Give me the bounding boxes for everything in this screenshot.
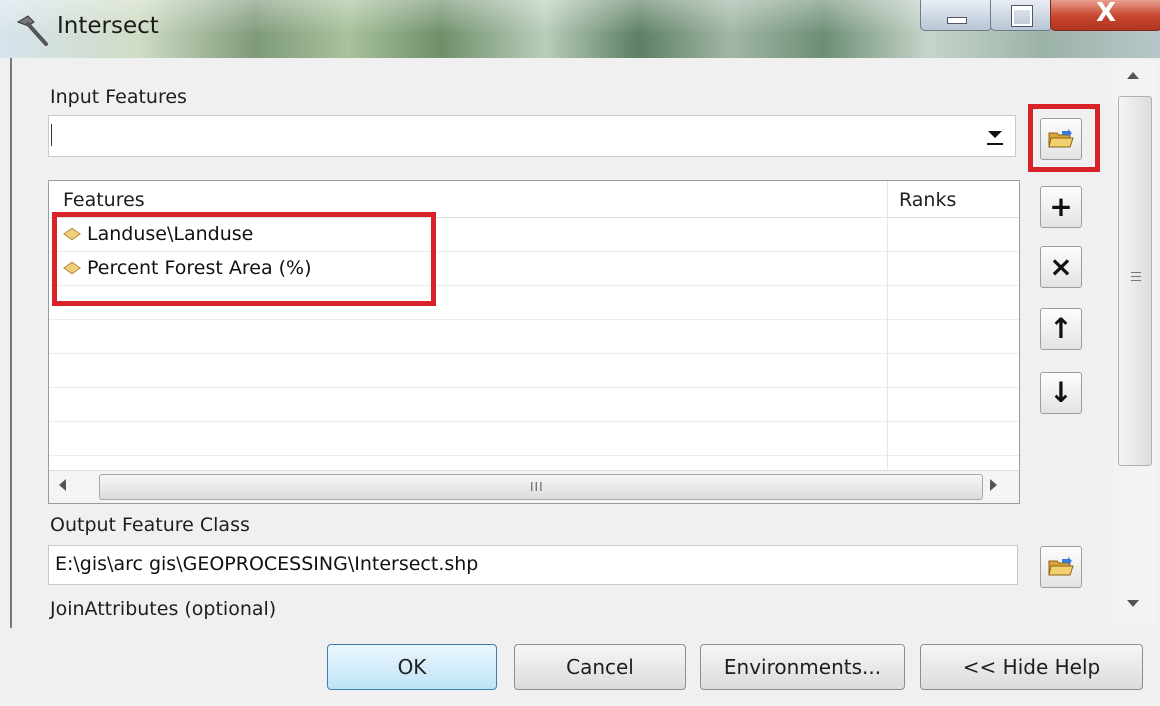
scroll-left-arrow-icon[interactable]: [59, 479, 66, 491]
cancel-button[interactable]: Cancel: [514, 644, 686, 690]
title-bar[interactable]: Intersect X: [0, 0, 1160, 58]
output-feature-class-field[interactable]: E:\gis\arc gis\GEOPROCESSING\Intersect.s…: [48, 545, 1018, 585]
add-row-button[interactable]: +: [1040, 186, 1082, 228]
output-feature-class-label: Output Feature Class: [50, 514, 250, 536]
remove-row-button[interactable]: ×: [1040, 246, 1082, 288]
vertical-scrollbar[interactable]: [1113, 60, 1157, 625]
ok-button[interactable]: OK: [327, 644, 497, 690]
horizontal-scroll-thumb[interactable]: III: [99, 474, 983, 500]
hammer-icon: [16, 15, 48, 46]
environments-button[interactable]: Environments...: [700, 644, 905, 690]
maximize-icon: [1011, 5, 1033, 27]
table-row-empty: [49, 388, 1019, 422]
highlight-box-features: [52, 212, 436, 306]
maximize-button[interactable]: [990, 0, 1052, 31]
vertical-scroll-thumb[interactable]: [1118, 96, 1152, 466]
scroll-grip-icon: [1131, 272, 1141, 284]
hide-help-button[interactable]: << Hide Help: [920, 644, 1143, 690]
delete-x-icon: ×: [1049, 250, 1073, 283]
input-features-label: Input Features: [50, 86, 187, 108]
close-button[interactable]: X: [1050, 0, 1160, 31]
join-attributes-label: JoinAttributes (optional): [50, 598, 277, 620]
table-row-empty: [49, 422, 1019, 456]
table-row-empty: [49, 320, 1019, 354]
plus-icon: +: [1049, 190, 1073, 223]
minimize-button[interactable]: [920, 0, 992, 31]
horizontal-scrollbar[interactable]: III: [49, 470, 1019, 503]
output-path-value: E:\gis\arc gis\GEOPROCESSING\Intersect.s…: [55, 553, 479, 575]
open-folder-icon: [1048, 557, 1074, 576]
input-features-combo[interactable]: [48, 115, 1016, 157]
scroll-up-arrow-icon[interactable]: [1127, 72, 1139, 79]
button-bar: OK Cancel Environments... << Hide Help: [0, 628, 1160, 706]
highlight-box-browse: [1028, 104, 1100, 172]
scroll-down-arrow-icon[interactable]: [1127, 600, 1139, 607]
move-up-button[interactable]: ↑: [1040, 308, 1082, 350]
move-down-button[interactable]: ↓: [1040, 372, 1082, 414]
browse-output-button[interactable]: [1040, 546, 1082, 588]
table-row-empty: [49, 354, 1019, 388]
column-header-features[interactable]: Features: [63, 189, 145, 211]
arrow-down-icon: ↓: [1049, 376, 1073, 409]
text-caret: [51, 124, 52, 146]
close-icon: X: [1095, 0, 1117, 28]
column-header-ranks[interactable]: Ranks: [899, 189, 956, 211]
minimize-icon: [947, 17, 967, 24]
chevron-down-icon[interactable]: [985, 126, 1005, 148]
scroll-right-arrow-icon[interactable]: [990, 479, 997, 491]
arrow-up-icon: ↑: [1049, 312, 1073, 345]
window-title: Intersect: [57, 13, 159, 39]
scroll-grip: III: [530, 480, 544, 494]
